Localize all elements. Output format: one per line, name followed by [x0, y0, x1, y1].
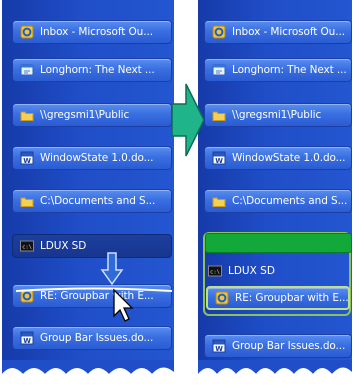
left-item-public-share[interactable]: \\gregsmi1\Public — [12, 103, 172, 127]
mouse-cursor-icon — [113, 288, 134, 322]
word-icon — [20, 331, 34, 345]
folder-icon — [20, 108, 34, 122]
item-label: C:\Documents and S... — [232, 195, 348, 207]
left-item-windowstate-doc[interactable]: WindowState 1.0.do... — [12, 146, 172, 170]
item-label: WindowState 1.0.do... — [40, 152, 154, 164]
item-label: Longhorn: The Next ... — [40, 64, 155, 76]
right-item-windowstate-doc[interactable]: WindowState 1.0.do... — [204, 146, 352, 170]
right-item-longhorn[interactable]: Longhorn: The Next ... — [204, 58, 352, 82]
left-item-ldux-sd-dragging[interactable]: LDUX SD — [12, 234, 172, 258]
new-group-header[interactable] — [205, 233, 352, 253]
right-item-public-share[interactable]: \\gregsmi1\Public — [204, 103, 352, 127]
item-label: WindowState 1.0.do... — [232, 152, 346, 164]
folder-icon — [212, 194, 226, 208]
item-label: \\gregsmi1\Public — [232, 109, 322, 121]
item-label: LDUX SD — [40, 240, 87, 252]
left-item-group-bar-issues[interactable]: Group Bar Issues.do... — [12, 326, 172, 350]
item-label: Group Bar Issues.do... — [232, 340, 346, 352]
console-icon — [20, 239, 34, 253]
word-icon — [212, 151, 226, 165]
item-label: \\gregsmi1\Public — [40, 109, 130, 121]
left-item-inbox[interactable]: Inbox - Microsoft Ou... — [12, 20, 172, 44]
item-label: Longhorn: The Next ... — [232, 64, 347, 76]
item-label: Group Bar Issues.do... — [40, 332, 154, 344]
groupbar-panel-before — [2, 0, 174, 382]
right-item-re-groupbar[interactable]: RE: Groupbar with E... — [206, 286, 350, 310]
word-icon — [20, 151, 34, 165]
browser-icon — [20, 63, 34, 77]
right-item-ldux-sd[interactable]: LDUX SD — [206, 262, 350, 280]
panel-scallop-edge — [2, 360, 174, 382]
folder-icon — [212, 108, 226, 122]
groupbar-panel-after — [198, 0, 352, 382]
folder-icon — [20, 194, 34, 208]
right-item-inbox[interactable]: Inbox - Microsoft Ou... — [204, 20, 352, 44]
console-icon — [208, 264, 222, 278]
drop-insertion-line — [15, 287, 173, 292]
item-label: RE: Groupbar with E... — [235, 292, 348, 304]
browser-icon — [212, 63, 226, 77]
word-icon — [212, 339, 226, 353]
right-item-group-bar-issues[interactable]: Group Bar Issues.do... — [204, 334, 352, 358]
item-label: Inbox - Microsoft Ou... — [40, 26, 153, 38]
left-item-documents-folder[interactable]: C:\Documents and S... — [12, 189, 172, 213]
right-item-documents-folder[interactable]: C:\Documents and S... — [204, 189, 352, 213]
panel-scallop-edge — [198, 360, 352, 382]
item-label: LDUX SD — [228, 265, 275, 277]
drop-down-arrow-icon — [100, 252, 124, 286]
outlook-icon — [215, 291, 229, 305]
left-item-longhorn[interactable]: Longhorn: The Next ... — [12, 58, 172, 82]
item-label: Inbox - Microsoft Ou... — [232, 26, 345, 38]
item-label: C:\Documents and S... — [40, 195, 156, 207]
before-after-arrow-icon — [171, 83, 205, 157]
outlook-icon — [20, 25, 34, 39]
outlook-icon — [212, 25, 226, 39]
